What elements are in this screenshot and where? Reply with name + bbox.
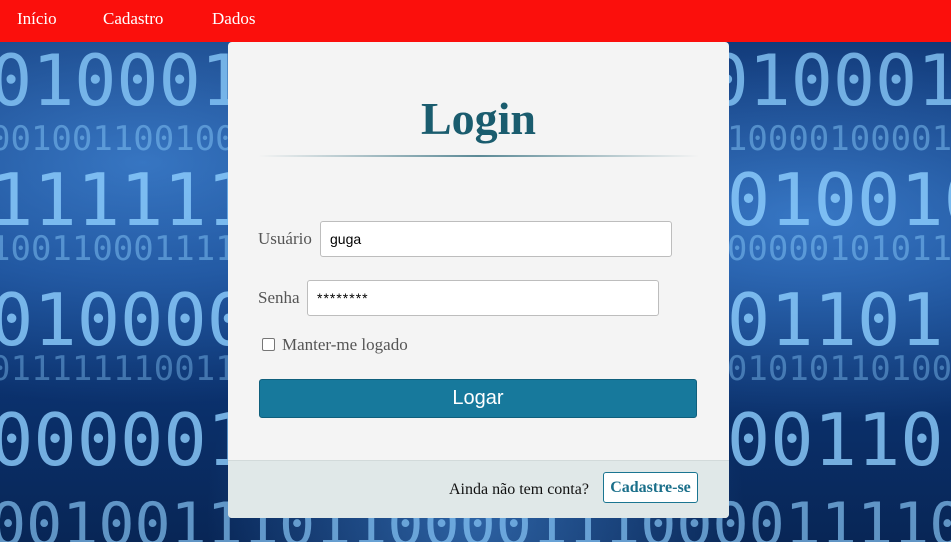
login-title: Login [420,93,537,144]
password-label: Senha [258,288,300,307]
remember-label[interactable]: Manter-me logado [282,335,408,355]
login-button[interactable]: Logar [259,379,697,418]
login-card: Login Usuário Senha Manter-me logado Log… [228,42,729,518]
signup-prompt: Ainda não tem conta? [449,481,589,498]
password-input[interactable] [307,280,659,316]
card-footer: Ainda não tem conta? Cadastre-se [228,460,729,518]
remember-checkbox[interactable] [262,338,275,351]
nav-inicio[interactable]: Início [17,9,57,29]
nav-cadastro[interactable]: Cadastro [103,9,163,29]
username-label: Usuário [258,229,312,248]
username-input[interactable] [320,221,672,257]
nav-dados[interactable]: Dados [212,9,255,29]
title-divider [258,155,699,157]
signup-button[interactable]: Cadastre-se [603,472,698,503]
top-navbar: Início Cadastro Dados [0,0,951,42]
